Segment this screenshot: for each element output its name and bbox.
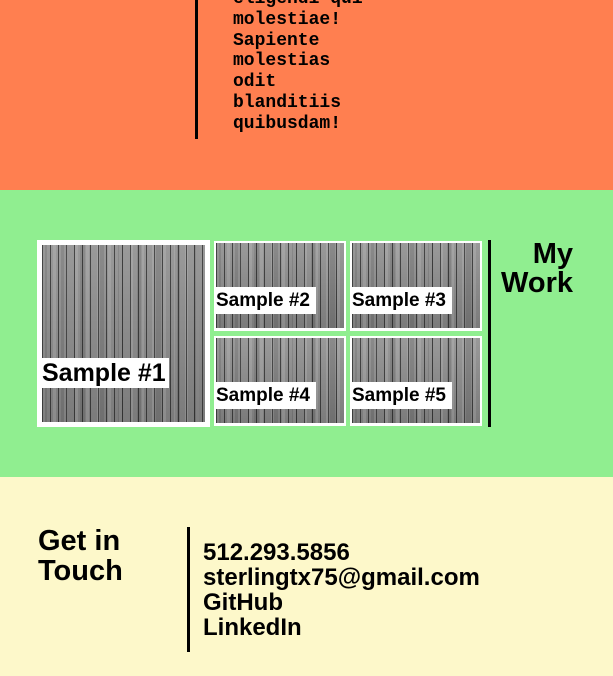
about-line: blanditiis: [233, 92, 342, 113]
email-link[interactable]: sterlingtx75@gmail.com: [203, 565, 480, 590]
sample-1-label: Sample #1: [42, 358, 169, 388]
sample-5-image: [352, 338, 480, 423]
sample-3-label: Sample #3: [352, 287, 452, 314]
sample-2-tile[interactable]: Sample #2: [214, 241, 346, 331]
github-link[interactable]: GitHub: [203, 590, 480, 615]
about-divider: [195, 0, 198, 139]
sample-1-tile[interactable]: Sample #1: [37, 240, 210, 427]
sample-2-label: Sample #2: [216, 287, 316, 314]
work-heading-line: Work: [501, 267, 573, 299]
about-line: quibusdam!: [233, 113, 342, 134]
sample-1-image: [42, 245, 205, 422]
about-line: odit: [233, 72, 277, 93]
work-heading-line: My: [532, 238, 573, 270]
work-heading: My Work: [501, 240, 573, 298]
sample-4-label: Sample #4: [216, 382, 316, 409]
contact-heading: Get in Touch: [38, 526, 123, 586]
contact-list: 512.293.5856 sterlingtx75@gmail.com GitH…: [203, 540, 480, 640]
sample-4-image: [216, 338, 344, 423]
about-text: eligendi qui molestiae! Sapiente molesti…: [233, 0, 363, 135]
about-line: molestias: [233, 51, 331, 72]
phone-link[interactable]: 512.293.5856: [203, 540, 480, 565]
linkedin-link[interactable]: LinkedIn: [203, 615, 480, 640]
sample-3-tile[interactable]: Sample #3: [350, 241, 482, 331]
sample-2-image: [216, 243, 344, 328]
work-divider: [488, 240, 491, 427]
sample-3-image: [352, 243, 480, 328]
about-line: eligendi qui: [233, 0, 363, 10]
about-line: molestiae!: [233, 9, 342, 30]
about-line: Sapiente: [233, 30, 320, 51]
sample-4-tile[interactable]: Sample #4: [214, 336, 346, 426]
sample-5-label: Sample #5: [352, 382, 452, 409]
contact-divider: [187, 527, 190, 652]
contact-heading-line: Touch: [38, 555, 123, 587]
sample-5-tile[interactable]: Sample #5: [350, 336, 482, 426]
contact-heading-line: Get in: [38, 525, 121, 557]
